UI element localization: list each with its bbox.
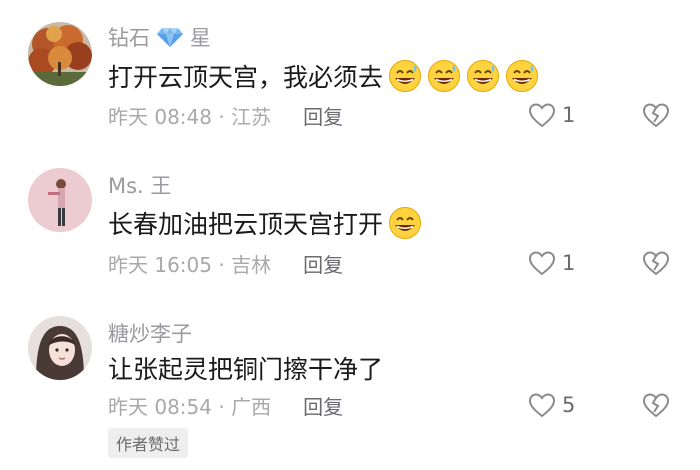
like-count: 1 xyxy=(562,103,576,127)
avatar-pink-portrait-image xyxy=(28,168,92,232)
comment-location: 广西 xyxy=(231,394,272,419)
broken-heart-icon[interactable] xyxy=(642,102,670,128)
comment-item: 糖炒李子 让张起灵把铜门擦干净了 昨天 08:54 · 广西 回复 5 作者赞过 xyxy=(0,298,700,470)
comment-meta: 昨天 08:54 · 广西 xyxy=(108,391,271,420)
meta-separator: · xyxy=(212,104,232,129)
comment-meta-row: 昨天 08:54 · 广西 回复 5 xyxy=(108,390,670,420)
avatar[interactable] xyxy=(28,168,92,232)
grinning-sweat-face-emoji xyxy=(388,59,422,93)
broken-heart-icon[interactable] xyxy=(642,392,670,418)
reply-button[interactable]: 回复 xyxy=(303,101,343,130)
avatar[interactable] xyxy=(28,22,92,86)
meta-separator: · xyxy=(212,252,232,277)
comment-meta-row: 昨天 08:48 · 江苏 回复 1 xyxy=(108,100,670,130)
comment-meta: 昨天 16:05 · 吉林 xyxy=(108,249,271,278)
comment-location: 吉林 xyxy=(231,252,272,277)
like-count: 1 xyxy=(562,251,576,275)
comment-text-content: 让张起灵把铜门擦干净了 xyxy=(108,355,384,384)
avatar-autumn-trees-image xyxy=(28,22,92,86)
username-suffix: 星 xyxy=(190,26,211,50)
like-button[interactable]: 1 xyxy=(528,102,576,128)
avatar-anime-girl-image xyxy=(28,316,92,380)
avatar[interactable] xyxy=(28,316,92,380)
heart-icon xyxy=(528,251,556,276)
heart-icon xyxy=(528,103,556,128)
username-prefix: 钻石 xyxy=(108,26,150,50)
grinning-face-emoji xyxy=(388,206,422,240)
username[interactable]: Ms. 王 xyxy=(108,170,171,200)
heart-icon xyxy=(528,393,556,418)
comment-text: 让张起灵把铜门擦干净了 xyxy=(108,350,383,386)
grinning-sweat-face-emoji xyxy=(466,59,500,93)
comment-location: 江苏 xyxy=(231,104,272,129)
comment-item: 钻石 星 打开云顶天宫，我必须去 昨天 08:48 · 江苏 回复 1 xyxy=(0,0,700,150)
reply-button[interactable]: 回复 xyxy=(303,391,343,420)
comment-item: Ms. 王 长春加油把云顶天宫打开 昨天 16:05 · 吉林 回复 1 xyxy=(0,150,700,298)
like-count: 5 xyxy=(562,393,576,417)
comment-text: 长春加油把云顶天宫打开 xyxy=(108,205,422,241)
diamond-icon xyxy=(157,28,183,47)
comment-text-content: 打开云顶天宫，我必须去 xyxy=(108,63,384,92)
username[interactable]: 钻石 星 xyxy=(108,22,211,52)
reply-button[interactable]: 回复 xyxy=(303,249,343,278)
grinning-sweat-face-emoji xyxy=(505,59,539,93)
comment-time: 昨天 08:54 xyxy=(108,394,212,419)
comment-time: 昨天 08:48 xyxy=(108,104,212,129)
comment-meta-row: 昨天 16:05 · 吉林 回复 1 xyxy=(108,248,670,278)
meta-separator: · xyxy=(212,394,232,419)
broken-heart-icon[interactable] xyxy=(642,250,670,276)
like-button[interactable]: 5 xyxy=(528,392,576,418)
comment-meta: 昨天 08:48 · 江苏 xyxy=(108,101,271,130)
username[interactable]: 糖炒李子 xyxy=(108,318,192,348)
like-button[interactable]: 1 xyxy=(528,250,576,276)
comment-text-content: 长春加油把云顶天宫打开 xyxy=(108,210,384,239)
username-text: Ms. 王 xyxy=(108,174,172,198)
author-liked-badge: 作者赞过 xyxy=(108,428,189,458)
username-text: 糖炒李子 xyxy=(108,322,192,346)
comment-time: 昨天 16:05 xyxy=(108,252,212,277)
comment-text: 打开云顶天宫，我必须去 xyxy=(108,58,539,94)
grinning-sweat-face-emoji xyxy=(427,59,461,93)
